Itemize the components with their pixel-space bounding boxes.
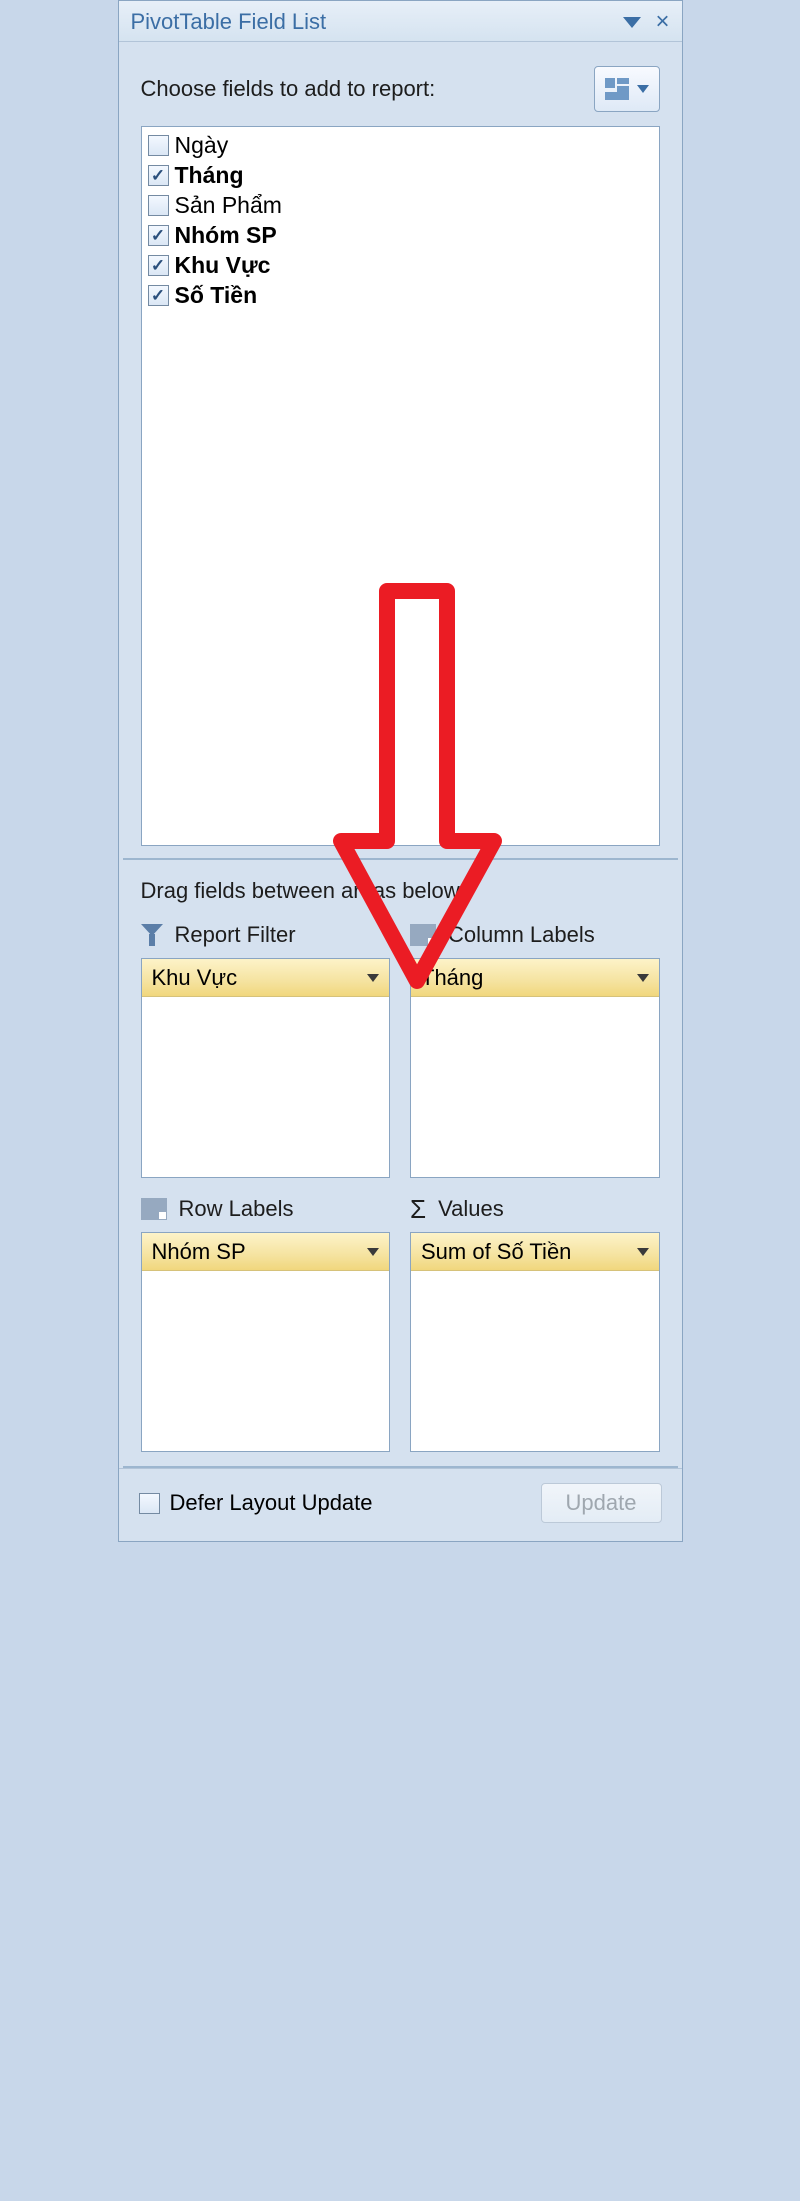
- layout-icon: [605, 78, 629, 100]
- area-field-label: Nhóm SP: [152, 1239, 246, 1265]
- pivot-field-list-panel: PivotTable Field List × Choose fields to…: [118, 0, 683, 1542]
- layout-options-button[interactable]: [594, 66, 660, 112]
- chevron-down-icon[interactable]: [367, 1248, 379, 1256]
- area-title: Column Labels: [448, 922, 595, 948]
- field-row[interactable]: Sản Phẩm: [146, 191, 655, 221]
- values-area: Σ Values Sum of Số Tiền: [410, 1196, 660, 1452]
- panel-title: PivotTable Field List: [131, 9, 327, 35]
- field-choose-section: Choose fields to add to report: Ngày Thá…: [119, 42, 682, 858]
- field-checkbox[interactable]: [148, 165, 169, 186]
- drag-instruction-label: Drag fields between areas below:: [141, 878, 660, 904]
- area-field-label: Tháng: [421, 965, 483, 991]
- chevron-down-icon[interactable]: [637, 974, 649, 982]
- values-list[interactable]: Sum of Số Tiền: [410, 1232, 660, 1452]
- chevron-down-icon[interactable]: [367, 974, 379, 982]
- field-row[interactable]: Tháng: [146, 161, 655, 191]
- field-checkbox[interactable]: [148, 225, 169, 246]
- available-fields-list[interactable]: Ngày Tháng Sản Phẩm Nhóm SP Khu Vực Số T…: [141, 126, 660, 846]
- column-labels-list[interactable]: Tháng: [410, 958, 660, 1178]
- area-field-label: Khu Vực: [152, 965, 238, 991]
- field-checkbox[interactable]: [148, 255, 169, 276]
- table-icon: [410, 924, 436, 946]
- area-field-item[interactable]: Tháng: [411, 959, 659, 997]
- row-labels-list[interactable]: Nhóm SP: [141, 1232, 391, 1452]
- area-title: Row Labels: [179, 1196, 294, 1222]
- field-checkbox[interactable]: [148, 195, 169, 216]
- field-label: Nhóm SP: [175, 222, 277, 249]
- area-field-item[interactable]: Sum of Số Tiền: [411, 1233, 659, 1271]
- table-icon: [141, 1198, 167, 1220]
- field-label: Tháng: [175, 162, 244, 189]
- field-row[interactable]: Số Tiền: [146, 281, 655, 311]
- field-row[interactable]: Khu Vực: [146, 251, 655, 281]
- panel-dropdown-icon[interactable]: [623, 17, 641, 28]
- report-filter-area: Report Filter Khu Vực: [141, 922, 391, 1178]
- filter-icon: [141, 924, 163, 946]
- area-field-item[interactable]: Nhóm SP: [142, 1233, 390, 1271]
- chevron-down-icon[interactable]: [637, 1248, 649, 1256]
- field-row[interactable]: Ngày: [146, 131, 655, 161]
- chevron-down-icon: [637, 85, 649, 93]
- sigma-icon: Σ: [410, 1196, 426, 1222]
- field-label: Số Tiền: [175, 282, 258, 309]
- column-labels-area: Column Labels Tháng: [410, 922, 660, 1178]
- area-field-label: Sum of Số Tiền: [421, 1239, 571, 1265]
- row-labels-area: Row Labels Nhóm SP: [141, 1196, 391, 1452]
- field-label: Ngày: [175, 132, 229, 159]
- footer: Defer Layout Update Update: [119, 1468, 682, 1541]
- report-filter-list[interactable]: Khu Vực: [141, 958, 391, 1178]
- area-title: Values: [438, 1196, 504, 1222]
- field-checkbox[interactable]: [148, 135, 169, 156]
- field-checkbox[interactable]: [148, 285, 169, 306]
- choose-fields-label: Choose fields to add to report:: [141, 76, 436, 102]
- defer-checkbox[interactable]: [139, 1493, 160, 1514]
- defer-label: Defer Layout Update: [170, 1490, 373, 1516]
- field-label: Khu Vực: [175, 252, 271, 279]
- close-icon[interactable]: ×: [655, 10, 669, 34]
- titlebar-controls: ×: [623, 10, 669, 34]
- area-field-item[interactable]: Khu Vực: [142, 959, 390, 997]
- field-row[interactable]: Nhóm SP: [146, 221, 655, 251]
- titlebar: PivotTable Field List ×: [119, 1, 682, 42]
- field-label: Sản Phẩm: [175, 192, 282, 219]
- area-title: Report Filter: [175, 922, 296, 948]
- drag-areas-section: Drag fields between areas below: Report …: [119, 860, 682, 1466]
- update-button[interactable]: Update: [541, 1483, 662, 1523]
